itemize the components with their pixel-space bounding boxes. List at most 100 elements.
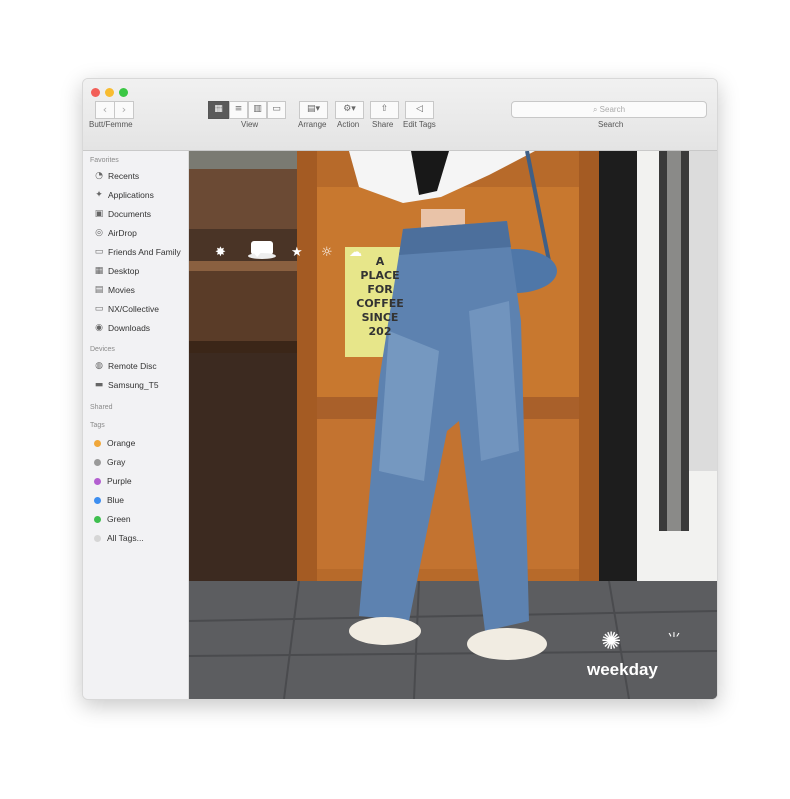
devices-header: Devices (90, 346, 115, 353)
sign-line: 202 (368, 325, 392, 338)
action-label: Action (337, 120, 360, 129)
sun-sticker: ☼ (321, 245, 333, 260)
sign-line: PLACE (360, 269, 400, 282)
photo-illustration (189, 151, 717, 699)
sidebar-item-desktop[interactable]: ▦ Desktop (94, 266, 139, 276)
tag-green-dot (94, 515, 101, 523)
tag-gray-dot (94, 458, 101, 466)
cloud-sticker: ☁ (349, 245, 362, 260)
tag-gray[interactable]: Gray (94, 457, 125, 467)
sidebar-item-label: Samsung_T5 (108, 380, 159, 390)
gallery-view-button[interactable]: ▭ (267, 101, 286, 119)
download-icon: ◉ (95, 323, 103, 333)
sign-line: COFFEE (356, 297, 404, 310)
sidebar-item-label: Friends And Family (108, 247, 181, 257)
photo-content: A PLACE FOR COFFEE SINCE 202 ✸ ♥ ★ ☼ ☁ ✺… (189, 151, 717, 699)
sidebar-item-samsung-t5[interactable]: ▬ Samsung_T5 (94, 380, 159, 390)
coffee-sign: A PLACE FOR COFFEE SINCE 202 (347, 255, 413, 339)
forward-button[interactable]: › (115, 101, 134, 119)
search-placeholder: Search (599, 105, 626, 114)
maximize-window-button[interactable] (119, 88, 128, 97)
view-mode-group: ▦ ≡ ▥ ▭ (208, 101, 286, 119)
grass-icon: ⺌ (667, 632, 681, 648)
sidebar-item-label: NX/Collective (108, 304, 160, 314)
tag-all-dot (94, 534, 101, 542)
desktop-icon: ▦ (94, 266, 104, 276)
folder-icon: ▭ (94, 304, 104, 314)
edit-tags-group: ◁ (405, 101, 434, 119)
tag-blue-dot (94, 496, 101, 504)
tags-header: Tags (90, 422, 105, 429)
tag-label: Blue (107, 495, 125, 505)
close-window-button[interactable] (91, 88, 100, 97)
sidebar: Favorites ◔ Recents ✦ Applications ▣ Docume… (83, 151, 189, 699)
sidebar-item-nx-collective[interactable]: ▭ NX/Collective (94, 304, 159, 314)
heart-sticker: ♥ (250, 242, 265, 261)
share-group: ⇧ (370, 101, 399, 119)
tag-purple-dot (94, 477, 101, 485)
star-sticker: ★ (291, 245, 303, 260)
toolbar: ‹ › Butt/Femme ▦ ≡ ▥ ▭ View ▤▾ Arrange ⚙… (83, 79, 717, 151)
edit-tags-label: Edit Tags (403, 120, 436, 129)
brand-logo: weekday (587, 660, 658, 679)
clock-icon: ◔ (95, 171, 103, 181)
nav-buttons: ‹ › (95, 101, 134, 119)
sidebar-item-label: Documents (108, 209, 151, 219)
sidebar-item-remote-disc[interactable]: ◍ Remote Disc (94, 361, 157, 371)
tag-label: Purple (107, 476, 132, 486)
window-title: Butt/Femme (89, 120, 133, 129)
sidebar-item-label: Applications (108, 190, 154, 200)
tag-blue[interactable]: Blue (94, 495, 124, 505)
tag-purple[interactable]: Purple (94, 476, 132, 486)
search-icon: ⌕ (592, 105, 600, 114)
applications-icon: ✦ (95, 190, 103, 200)
arrange-button[interactable]: ▤▾ (299, 101, 328, 119)
document-icon: ▣ (94, 209, 104, 219)
tag-green[interactable]: Green (94, 514, 131, 524)
arrange-label: Arrange (298, 120, 327, 129)
gear-icon[interactable]: ⚙▾ (335, 101, 364, 119)
arrange-group: ▤▾ (299, 101, 328, 119)
film-icon: ▤ (94, 285, 104, 295)
sparkle-sticker: ✸ (215, 245, 226, 260)
tag-orange-dot (94, 439, 101, 447)
sidebar-item-airdrop[interactable]: ◎ AirDrop (94, 228, 137, 238)
sidebar-item-label: Desktop (108, 266, 140, 276)
disc-icon: ◍ (95, 361, 103, 371)
sign-line: SINCE (361, 311, 399, 324)
tag-all-tags[interactable]: All Tags... (94, 533, 144, 543)
favorites-header: Favorites (90, 157, 119, 164)
view-label: View (241, 120, 259, 129)
tag-label: Orange (107, 438, 136, 448)
column-view-button[interactable]: ▥ (248, 101, 267, 119)
sidebar-item-movies[interactable]: ▤ Movies (94, 285, 135, 295)
sidebar-item-label: Remote Disc (108, 361, 157, 371)
sidebar-item-documents[interactable]: ▣ Documents (94, 209, 151, 219)
action-group: ⚙▾ (335, 101, 364, 119)
sidebar-item-friends-and-family[interactable]: ▭ Friends And Family (94, 247, 181, 257)
drive-icon: ▬ (94, 380, 104, 390)
search-input[interactable]: ⌕ Search (511, 101, 707, 118)
sign-line: FOR (367, 283, 393, 296)
sidebar-item-label: AirDrop (108, 228, 137, 238)
sidebar-item-downloads[interactable]: ◉ Downloads (94, 323, 150, 333)
search-label: Search (598, 120, 624, 129)
shared-header: Shared (90, 404, 113, 411)
tag-icon[interactable]: ◁ (405, 101, 434, 119)
folder-icon: ▭ (94, 247, 104, 257)
back-button[interactable]: ‹ (95, 101, 115, 119)
sidebar-item-label: Downloads (108, 323, 151, 333)
tag-label: All Tags... (107, 533, 144, 543)
list-view-button[interactable]: ≡ (229, 101, 248, 119)
icon-view-button[interactable]: ▦ (208, 101, 229, 119)
sidebar-item-label: Movies (108, 285, 135, 295)
tag-orange[interactable]: Orange (94, 438, 135, 448)
sidebar-item-applications[interactable]: ✦ Applications (94, 190, 154, 200)
sidebar-item-recents[interactable]: ◔ Recents (94, 171, 139, 181)
sidebar-item-label: Recents (108, 171, 140, 181)
finder-window: ‹ › Butt/Femme ▦ ≡ ▥ ▭ View ▤▾ Arrange ⚙… (82, 78, 718, 700)
airdrop-icon: ◎ (95, 228, 103, 238)
tag-label: Gray (107, 457, 126, 467)
share-icon[interactable]: ⇧ (370, 101, 399, 119)
minimize-window-button[interactable] (105, 88, 114, 97)
